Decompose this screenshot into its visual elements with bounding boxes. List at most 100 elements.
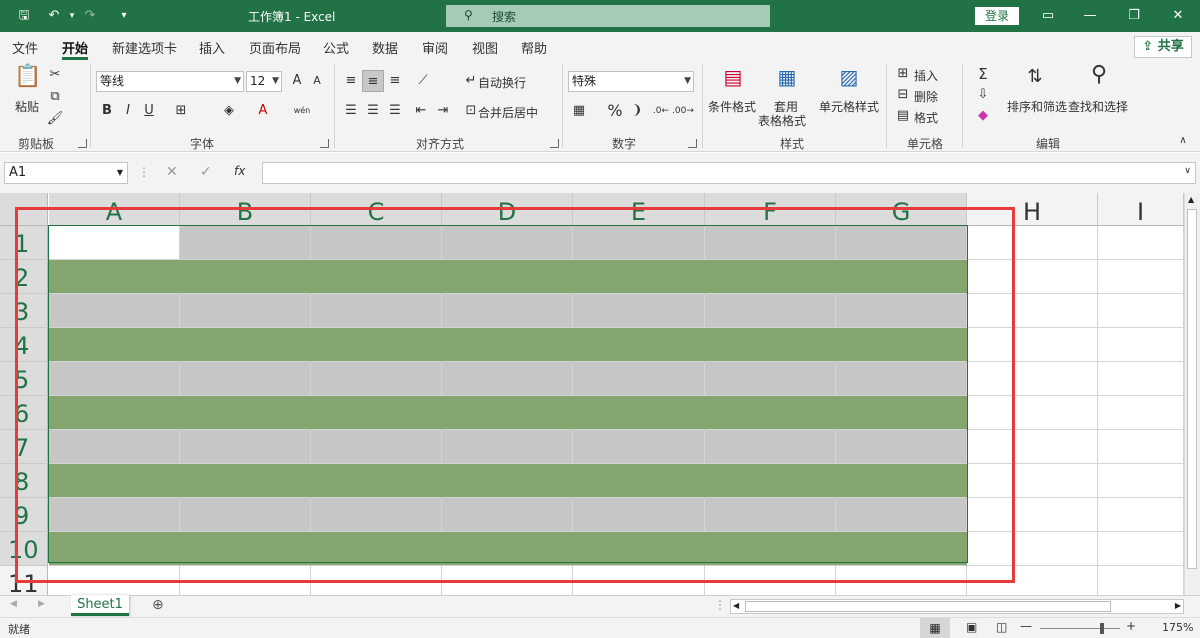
cell-i3[interactable] <box>1098 294 1184 328</box>
align-left-icon[interactable]: ☰ <box>340 100 362 122</box>
number-format-combo[interactable]: 特殊 ▼ <box>568 71 694 92</box>
cell-styles-icon[interactable]: ▨ <box>834 66 864 96</box>
tab-review[interactable]: 审阅 <box>422 38 448 57</box>
cell-i11[interactable] <box>1098 566 1184 595</box>
phonetic-icon[interactable]: wén <box>290 100 314 122</box>
delete-cells-label[interactable]: 删除 <box>914 88 938 105</box>
undo-icon[interactable]: ↶ <box>44 6 64 26</box>
cell-i7[interactable] <box>1098 430 1184 464</box>
normal-view-icon[interactable]: ▦ <box>920 618 950 638</box>
ribbon-display-icon[interactable]: ▭ <box>1038 6 1058 26</box>
cell-i5[interactable] <box>1098 362 1184 396</box>
insert-function-button[interactable]: fx <box>234 164 245 178</box>
increase-indent-icon[interactable]: ⇥ <box>432 100 454 122</box>
grow-font-icon[interactable]: A <box>286 70 308 92</box>
search-box[interactable]: ⚲ 搜索 <box>446 5 770 27</box>
accounting-icon[interactable]: ▦ <box>568 100 590 122</box>
zoom-slider[interactable] <box>1040 628 1120 629</box>
formula-input[interactable]: ∨ <box>262 162 1196 184</box>
find-select-icon[interactable]: ⚲ <box>1084 64 1114 94</box>
format-cells-icon[interactable]: ▤ <box>892 105 914 127</box>
tab-file[interactable]: 文件 <box>12 38 38 57</box>
scroll-right-icon[interactable]: ▶ <box>1175 601 1181 610</box>
font-size-combo[interactable]: 12 ▼ <box>246 71 282 92</box>
clear-icon[interactable]: ◆ <box>972 105 994 127</box>
cell-i1[interactable] <box>1098 226 1184 260</box>
underline-button[interactable]: U <box>138 100 160 122</box>
merge-center-label[interactable]: 合并后居中 <box>478 104 538 121</box>
prev-sheet-icon[interactable]: ◀ <box>10 599 17 609</box>
collapse-ribbon-icon[interactable]: ∧ <box>1172 130 1194 152</box>
tab-formulas[interactable]: 公式 <box>323 38 349 57</box>
tab-new[interactable]: 新建选项卡 <box>112 38 177 57</box>
worksheet-grid[interactable]: ABCDEFGHI 1 2 3 4 5 6 7 8 9 10 11 ▲ <box>0 193 1200 595</box>
fill-icon[interactable]: ⇩ <box>972 84 994 106</box>
italic-button[interactable]: I <box>117 100 139 122</box>
bold-button[interactable]: B <box>96 100 118 122</box>
wrap-text-label[interactable]: 自动换行 <box>478 74 526 91</box>
minimize-icon[interactable]: — <box>1080 6 1100 26</box>
share-button[interactable]: ⇪ 共享 <box>1134 36 1192 58</box>
close-icon[interactable]: ✕ <box>1168 6 1188 26</box>
paste-icon[interactable]: 📋 <box>14 66 42 96</box>
tab-home[interactable]: 开始 <box>62 38 88 57</box>
number-launcher-icon[interactable] <box>688 139 697 148</box>
redo-icon[interactable]: ↷ <box>80 6 100 26</box>
next-sheet-icon[interactable]: ▶ <box>38 599 45 609</box>
borders-icon[interactable]: ⊞ <box>170 100 192 122</box>
sort-filter-label[interactable]: 排序和筛选 <box>1007 98 1067 115</box>
copy-icon[interactable]: ⧉ <box>44 86 66 108</box>
decrease-indent-icon[interactable]: ⇤ <box>410 100 432 122</box>
sheet-tab-sheet1[interactable]: Sheet1 <box>71 595 129 616</box>
align-bottom-icon[interactable]: ≡ <box>384 70 406 92</box>
conditional-format-label[interactable]: 条件格式 <box>708 98 756 115</box>
zoom-in-icon[interactable]: + <box>1126 619 1136 633</box>
sort-filter-icon[interactable]: ⇅ <box>1020 66 1050 96</box>
cell-styles-label[interactable]: 单元格样式 <box>819 98 879 115</box>
insert-cells-label[interactable]: 插入 <box>914 67 938 84</box>
hscroll-thumb[interactable] <box>745 601 1111 612</box>
tab-insert[interactable]: 插入 <box>199 38 225 57</box>
cell-i4[interactable] <box>1098 328 1184 362</box>
undo-dropdown-icon[interactable]: ▾ <box>62 6 82 26</box>
insert-cells-icon[interactable]: ⊞ <box>892 63 914 85</box>
save-icon[interactable]: 🖫 <box>14 6 34 26</box>
find-select-label[interactable]: 查找和选择 <box>1068 98 1128 115</box>
conditional-format-icon[interactable]: ▤ <box>718 66 748 96</box>
comma-button[interactable]: ❩ <box>626 100 648 122</box>
cut-icon[interactable]: ✂ <box>44 64 66 86</box>
name-box[interactable]: A1 ▼ <box>4 162 128 184</box>
scroll-left-icon[interactable]: ◀ <box>733 601 739 610</box>
decrease-decimal-icon[interactable]: .00→ <box>672 100 694 122</box>
cell-i2[interactable] <box>1098 260 1184 294</box>
enter-icon[interactable]: ✓ <box>200 164 212 180</box>
zoom-level[interactable]: 175% <box>1162 621 1193 634</box>
align-middle-icon[interactable]: ≡ <box>362 70 384 92</box>
font-color-icon[interactable]: A <box>252 100 274 122</box>
tab-view[interactable]: 视图 <box>472 38 498 57</box>
format-as-table-icon[interactable]: ▦ <box>772 66 802 96</box>
login-button[interactable]: 登录 <box>975 7 1019 25</box>
font-name-combo[interactable]: 等线 ▼ <box>96 71 244 92</box>
tab-split-icon[interactable]: ⋮ <box>714 598 726 612</box>
format-as-table-label-2[interactable]: 表格格式 <box>758 112 806 129</box>
add-sheet-icon[interactable]: ⊕ <box>152 597 164 613</box>
format-cells-label[interactable]: 格式 <box>914 109 938 126</box>
format-painter-icon[interactable]: 🖌 <box>44 108 66 130</box>
page-break-view-icon[interactable]: ◫ <box>996 620 1007 634</box>
autosum-icon[interactable]: Σ <box>972 63 994 85</box>
restore-icon[interactable]: ❐ <box>1124 6 1144 26</box>
zoom-slider-thumb[interactable] <box>1100 623 1104 634</box>
delete-cells-icon[interactable]: ⊟ <box>892 84 914 106</box>
align-center-icon[interactable]: ☰ <box>362 100 384 122</box>
cell-i10[interactable] <box>1098 532 1184 566</box>
cancel-icon[interactable]: ✕ <box>166 164 178 180</box>
vertical-scrollbar[interactable]: ▲ <box>1184 193 1200 595</box>
zoom-out-icon[interactable]: — <box>1020 619 1032 633</box>
paste-label[interactable]: 粘贴 <box>15 98 39 115</box>
tab-help[interactable]: 帮助 <box>521 38 547 57</box>
clipboard-launcher-icon[interactable] <box>78 139 87 148</box>
fill-color-icon[interactable]: ◈ <box>218 100 240 122</box>
orientation-icon[interactable]: ⟋ <box>412 70 434 92</box>
cell-i6[interactable] <box>1098 396 1184 430</box>
